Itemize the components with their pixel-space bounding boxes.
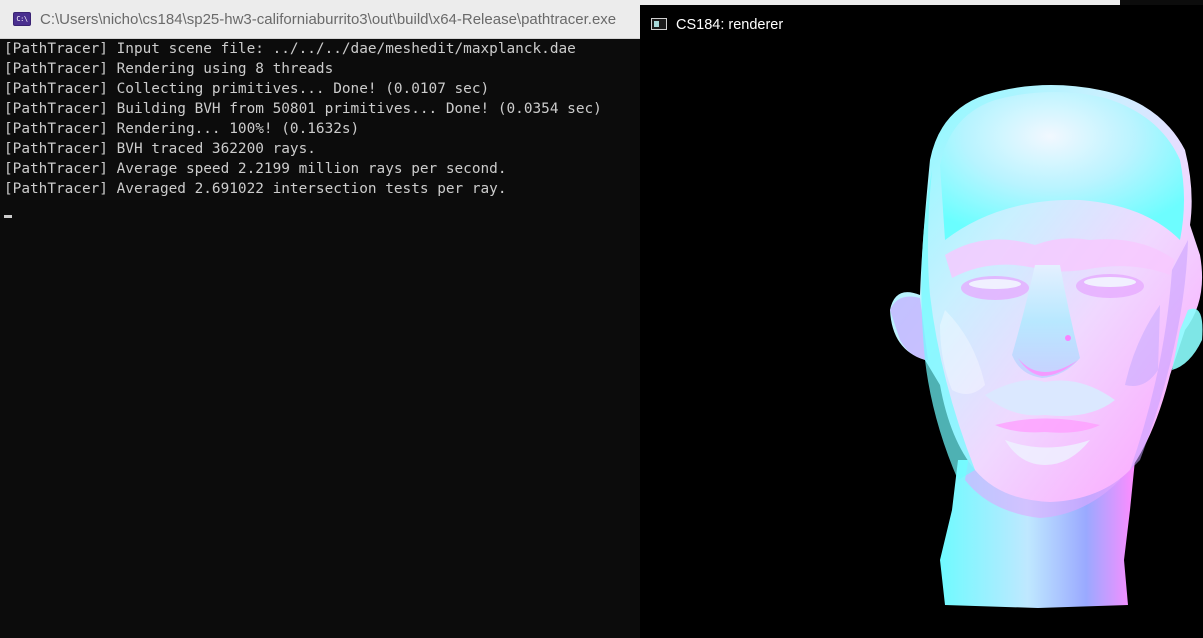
renderer-titlebar[interactable]: CS184: renderer bbox=[640, 5, 1203, 40]
bust-eyelid-left bbox=[969, 279, 1021, 289]
log-line: [PathTracer] Averaged 2.691022 intersect… bbox=[4, 181, 507, 197]
log-line: [PathTracer] BVH traced 362200 rays. bbox=[4, 141, 316, 157]
log-line: [PathTracer] Input scene file: ../../../… bbox=[4, 41, 576, 57]
render-viewport[interactable] bbox=[640, 40, 1203, 638]
text-cursor bbox=[4, 215, 12, 218]
console-window-title: C:\Users\nicho\cs184\sp25-hw3-california… bbox=[40, 11, 617, 28]
desktop: C:\ C:\Users\nicho\cs184\sp25-hw3-califo… bbox=[0, 0, 1203, 638]
log-line: [PathTracer] Collecting primitives... Do… bbox=[4, 81, 490, 97]
window-app-icon bbox=[651, 18, 667, 30]
console-window[interactable]: C:\ C:\Users\nicho\cs184\sp25-hw3-califo… bbox=[0, 0, 1120, 638]
log-line: [PathTracer] Rendering using 8 threads bbox=[4, 61, 334, 77]
console-output[interactable]: [PathTracer] Input scene file: ../../../… bbox=[0, 39, 640, 638]
console-app-icon: C:\ bbox=[13, 12, 31, 26]
renderer-window[interactable]: CS184: renderer bbox=[640, 5, 1203, 638]
log-line: [PathTracer] Building BVH from 50801 pri… bbox=[4, 101, 602, 117]
rendered-bust-image bbox=[890, 85, 1203, 608]
bust-eyelid-right bbox=[1084, 277, 1136, 287]
bust-spot bbox=[1065, 335, 1071, 341]
log-line: [PathTracer] Average speed 2.2199 millio… bbox=[4, 161, 507, 177]
renderer-window-title: CS184: renderer bbox=[676, 17, 784, 33]
log-line: [PathTracer] Rendering... 100%! (0.1632s… bbox=[4, 121, 360, 137]
